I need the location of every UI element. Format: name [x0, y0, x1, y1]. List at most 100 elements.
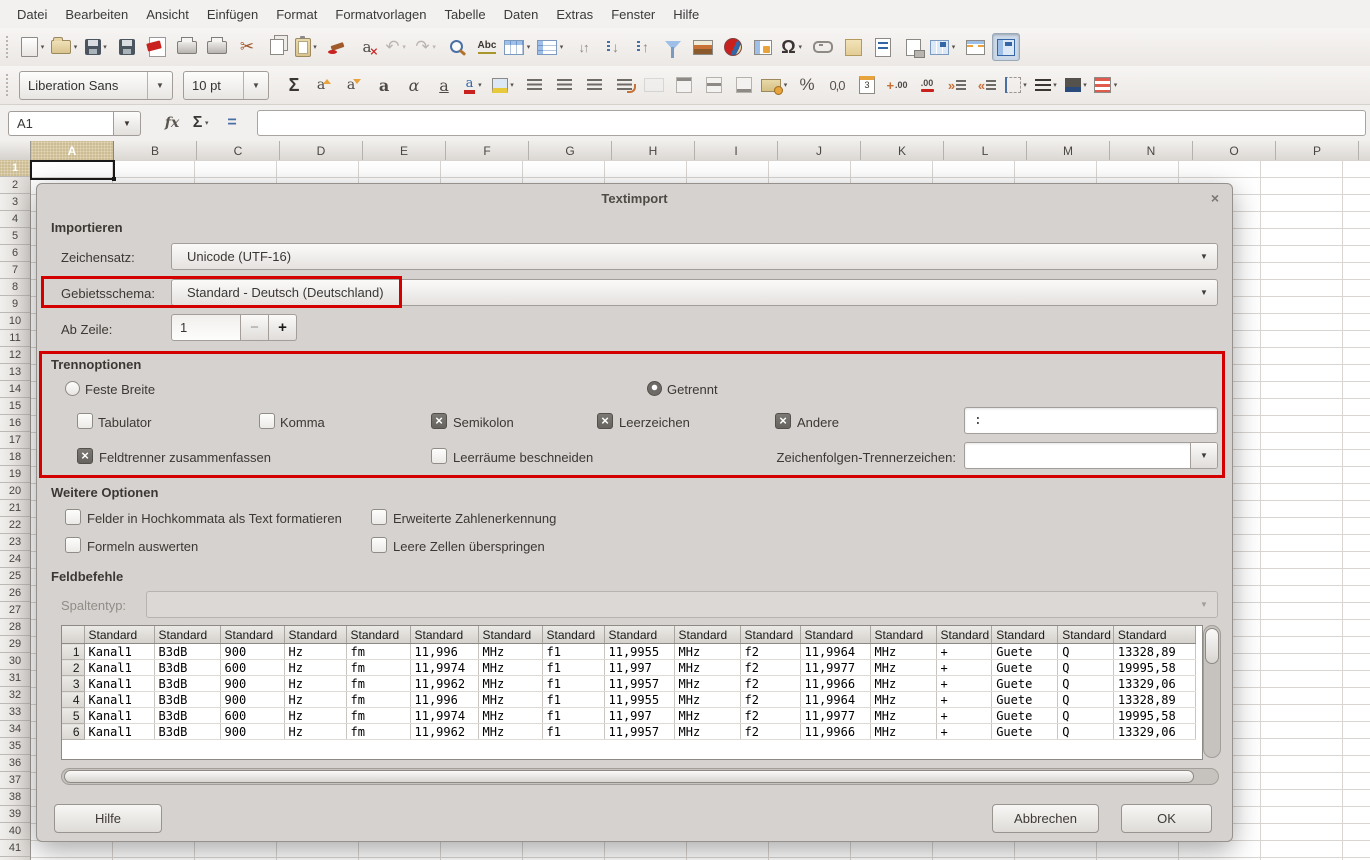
equals-icon[interactable]: =	[219, 110, 245, 136]
date-format-icon[interactable]: 3	[854, 72, 880, 98]
name-box[interactable]: A1 ▼	[8, 111, 141, 136]
row-header-29[interactable]: 29	[0, 636, 30, 653]
chevron-down-icon[interactable]: ▾	[38, 43, 47, 51]
find-replace-icon[interactable]	[444, 34, 470, 60]
preview-column-header-13[interactable]: Standard	[870, 626, 936, 644]
chevron-down-icon[interactable]: ▾	[101, 43, 110, 51]
sum-icon[interactable]: Σ	[281, 72, 307, 98]
chevron-down-icon[interactable]: ▾	[1051, 81, 1060, 89]
row-header-27[interactable]: 27	[0, 602, 30, 619]
column-header-e[interactable]: E	[363, 141, 446, 160]
column-header-m[interactable]: M	[1027, 141, 1110, 160]
column-header-g[interactable]: G	[529, 141, 612, 160]
row-header-31[interactable]: 31	[0, 670, 30, 687]
table-columns-icon[interactable]: ▾	[537, 34, 566, 60]
row-header-28[interactable]: 28	[0, 619, 30, 636]
chevron-down-icon[interactable]: ▼	[1191, 288, 1217, 297]
trim-spaces-checkbox[interactable]	[431, 448, 447, 464]
menu-ansicht[interactable]: Ansicht	[137, 2, 198, 27]
preview-column-header-17[interactable]: Standard	[1113, 626, 1195, 644]
align-left-icon[interactable]	[521, 72, 547, 98]
sort-ascending-icon[interactable]: ↓	[600, 34, 626, 60]
preview-column-header-11[interactable]: Standard	[740, 626, 800, 644]
highlight-color-icon[interactable]: ▾	[491, 72, 517, 98]
decrease-indent-icon[interactable]	[974, 72, 1000, 98]
row-header-11[interactable]: 11	[0, 330, 30, 347]
copy-icon[interactable]	[264, 34, 290, 60]
row-header-6[interactable]: 6	[0, 245, 30, 262]
column-header-o[interactable]: O	[1193, 141, 1276, 160]
align-right-icon[interactable]	[581, 72, 607, 98]
column-header-h[interactable]: H	[612, 141, 695, 160]
hyperlink-icon[interactable]	[810, 34, 836, 60]
row-header-39[interactable]: 39	[0, 806, 30, 823]
increase-font-size-icon[interactable]: a	[311, 72, 337, 98]
detect-special-numbers-label[interactable]: Erweiterte Zahlenerkennung	[393, 511, 556, 526]
row-header-40[interactable]: 40	[0, 823, 30, 840]
row-header-16[interactable]: 16	[0, 415, 30, 432]
menu-format[interactable]: Format	[267, 2, 326, 27]
from-row-decrement-button[interactable]: −	[241, 314, 269, 341]
font-color-icon[interactable]: a▾	[461, 72, 487, 98]
font-size-combo[interactable]: 10 pt ▼	[183, 71, 269, 100]
align-top-icon[interactable]	[671, 72, 697, 98]
space-label[interactable]: Leerzeichen	[619, 415, 690, 430]
row-header-10[interactable]: 10	[0, 313, 30, 330]
row-header-1[interactable]: 1	[0, 160, 30, 177]
row-header-32[interactable]: 32	[0, 687, 30, 704]
other-checkbox[interactable]	[775, 413, 791, 429]
help-button[interactable]: Hilfe	[54, 804, 162, 833]
column-header-n[interactable]: N	[1110, 141, 1193, 160]
toolbar-drag-handle[interactable]	[6, 36, 13, 58]
row-header-38[interactable]: 38	[0, 789, 30, 806]
preview-column-header-8[interactable]: Standard	[542, 626, 604, 644]
semicolon-label[interactable]: Semikolon	[453, 415, 514, 430]
preview-column-header-10[interactable]: Standard	[674, 626, 740, 644]
row-header-25[interactable]: 25	[0, 568, 30, 585]
chevron-down-icon[interactable]: ▼	[147, 72, 172, 99]
preview-column-header-5[interactable]: Standard	[346, 626, 410, 644]
open-folder-icon[interactable]: ▾	[51, 34, 80, 60]
preview-column-header-14[interactable]: Standard	[936, 626, 992, 644]
comma-checkbox[interactable]	[259, 413, 275, 429]
formula-input[interactable]	[257, 110, 1366, 136]
select-all-corner[interactable]	[0, 141, 31, 160]
conditional-formatting-icon[interactable]: ▾	[1094, 72, 1120, 98]
bold-icon[interactable]: a	[371, 72, 397, 98]
table-rows-icon[interactable]: ▾	[504, 34, 533, 60]
charset-select[interactable]: Unicode (UTF-16) ▼	[171, 243, 1218, 270]
preview-column-header-9[interactable]: Standard	[604, 626, 674, 644]
delete-decimal-icon[interactable]	[914, 72, 940, 98]
preview-column-header-12[interactable]: Standard	[800, 626, 870, 644]
chevron-down-icon[interactable]: ▼	[1190, 443, 1217, 468]
chevron-down-icon[interactable]: ▾	[311, 43, 320, 51]
from-row-input[interactable]: 1	[171, 314, 241, 341]
function-wizard-icon[interactable]: fx	[159, 110, 185, 136]
column-header-k[interactable]: K	[861, 141, 944, 160]
chevron-down-icon[interactable]: ▾	[524, 43, 533, 51]
chevron-down-icon[interactable]: ▾	[1081, 81, 1090, 89]
menu-hilfe[interactable]: Hilfe	[664, 2, 708, 27]
row-header-24[interactable]: 24	[0, 551, 30, 568]
save-as-icon[interactable]	[114, 34, 140, 60]
chevron-down-icon[interactable]: ▾	[71, 43, 80, 51]
border-color-icon[interactable]: ▾	[1064, 72, 1090, 98]
row-header-22[interactable]: 22	[0, 517, 30, 534]
scrollbar-thumb[interactable]	[64, 770, 1194, 783]
underline-icon[interactable]: a	[431, 72, 457, 98]
tab-checkbox[interactable]	[77, 413, 93, 429]
clear-formatting-icon[interactable]: a	[354, 34, 380, 60]
export-pdf-icon[interactable]	[144, 34, 170, 60]
row-header-2[interactable]: 2	[0, 177, 30, 194]
align-middle-icon[interactable]	[701, 72, 727, 98]
number-format-icon[interactable]: 0,0	[824, 72, 850, 98]
row-header-36[interactable]: 36	[0, 755, 30, 772]
spelling-icon[interactable]: Abc	[474, 34, 500, 60]
special-character-icon[interactable]: Ω▾	[780, 34, 806, 60]
preview-column-header-15[interactable]: Standard	[992, 626, 1058, 644]
row-header-41[interactable]: 41	[0, 840, 30, 857]
chevron-down-icon[interactable]: ▾	[796, 43, 805, 51]
menu-tabelle[interactable]: Tabelle	[435, 2, 494, 27]
preview-horizontal-scrollbar[interactable]	[61, 768, 1219, 785]
add-decimal-icon[interactable]	[884, 72, 910, 98]
